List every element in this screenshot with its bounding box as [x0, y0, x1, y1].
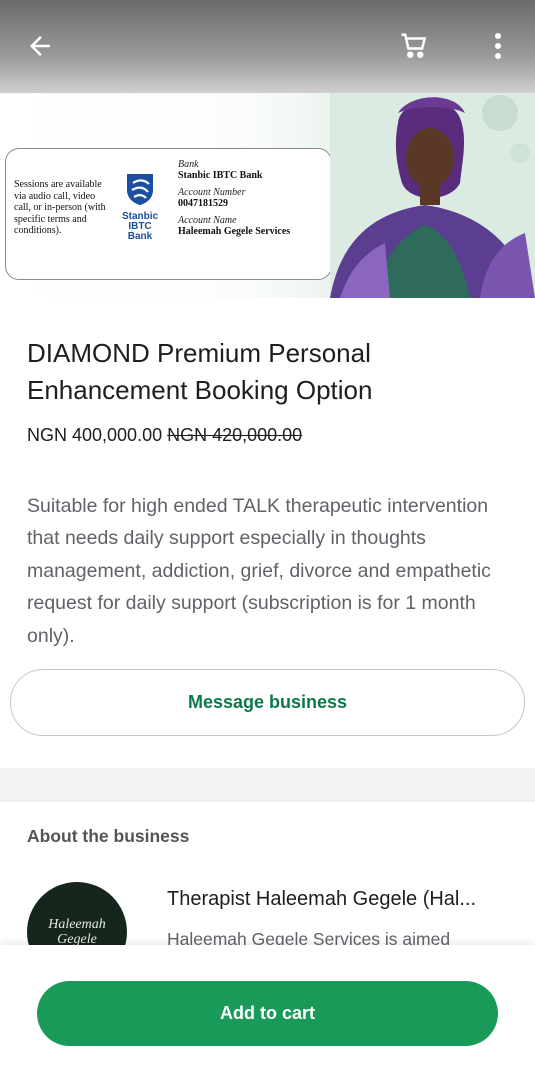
product-title: DIAMOND Premium Personal Enhancement Boo… — [27, 338, 373, 405]
add-to-cart-button[interactable]: Add to cart — [37, 981, 498, 1046]
account-number-value: 0047181529 — [178, 198, 228, 209]
original-price: NGN 420,000.00 — [167, 425, 303, 445]
bank-shield-icon — [127, 174, 153, 205]
bank-label: Bank — [178, 159, 199, 170]
more-vertical-icon[interactable] — [478, 26, 518, 66]
shopping-cart-icon[interactable] — [394, 26, 434, 66]
top-app-bar — [0, 0, 535, 93]
product-image: Sessions are available via audio call, v… — [0, 93, 535, 298]
business-name[interactable]: Therapist Haleemah Gegele (Hal... — [167, 888, 507, 911]
bank-logo-word-3: Bank — [127, 231, 153, 242]
account-name-label: Account Name — [178, 215, 237, 226]
account-number-label: Account Number — [178, 187, 246, 198]
section-divider — [0, 768, 535, 802]
bank-logo: Stanbic IBTC Bank — [114, 171, 166, 242]
business-logo-line-1: Haleemah — [48, 917, 106, 932]
account-name-value: Haleemah Gegele Services — [178, 226, 291, 237]
arrow-left-icon[interactable] — [20, 26, 60, 66]
about-heading: About the business — [27, 826, 190, 846]
sessions-note: Sessions are available via audio call, v… — [14, 179, 106, 236]
bank-value: Stanbic IBTC Bank — [178, 170, 263, 181]
price-row: NGN 400,000.00 NGN 420,000.00 — [27, 425, 302, 446]
message-business-button[interactable]: Message business — [10, 669, 525, 736]
bank-details-card: Sessions are available via audio call, v… — [5, 148, 332, 280]
bank-info: Bank Stanbic IBTC Bank Account Number 00… — [178, 159, 328, 243]
product-description: Suitable for high ended TALK therapeutic… — [27, 495, 491, 647]
therapist-portrait — [330, 93, 535, 298]
current-price: NGN 400,000.00 — [27, 425, 163, 445]
